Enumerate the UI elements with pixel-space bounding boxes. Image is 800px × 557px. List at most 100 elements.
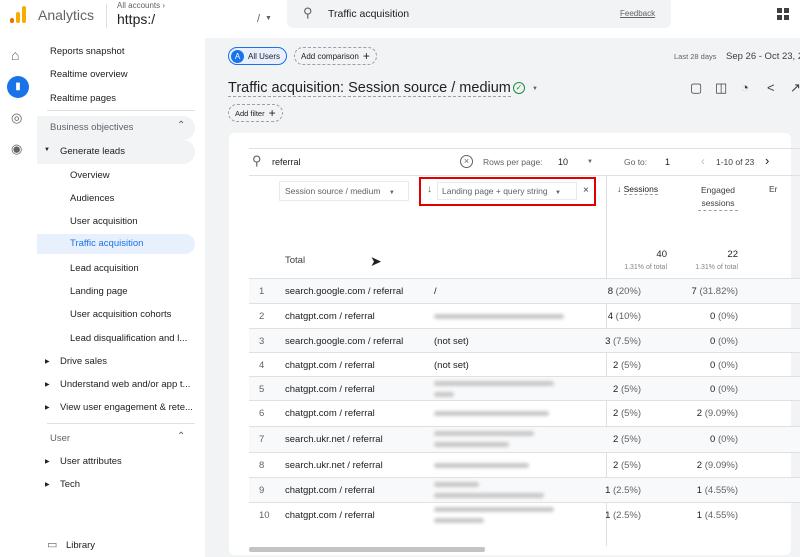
sidebar-item-traffic-acquisition[interactable]: Traffic acquisition	[37, 234, 195, 254]
apps-grid-icon[interactable]	[777, 8, 789, 20]
reports-icon[interactable]: ▮	[7, 76, 29, 98]
sidebar-item-user-acquisition[interactable]: User acquisition	[70, 216, 138, 227]
column-engaged-sessions[interactable]: Engaged sessions	[698, 184, 738, 211]
table-row[interactable]: 9 chatgpt.com / referral 1 (2.5%) 1 (4.5…	[249, 477, 800, 502]
engaged-pct: (0%)	[717, 336, 738, 347]
trending-icon[interactable]: ↗	[790, 80, 800, 96]
row-sessions: 2 (5%)	[589, 408, 641, 419]
sidebar-item-realtime-overview[interactable]: Realtime overview	[50, 69, 128, 80]
sessions-pct: (2.5%)	[613, 510, 641, 521]
segment-chip-all-users[interactable]: A All Users	[228, 47, 288, 65]
all-accounts-link[interactable]: All accounts	[117, 1, 160, 10]
title-dropdown-icon[interactable]: ▼	[532, 86, 538, 92]
customize-report-icon[interactable]: ▢	[690, 80, 702, 96]
row-sessions: 2 (5%)	[589, 434, 641, 445]
check-circle-icon[interactable]: ✓	[513, 82, 525, 94]
rows-per-page-select[interactable]: 10 ▼	[556, 155, 598, 169]
section-business-objectives[interactable]: Business objectives ⌃	[37, 116, 195, 140]
prev-page-icon[interactable]: ‹	[701, 154, 705, 168]
sidebar-item-overview[interactable]: Overview	[70, 170, 110, 181]
remove-dimension-icon[interactable]: ×	[583, 185, 589, 196]
explore-icon[interactable]: ◎	[11, 110, 22, 126]
table-search-input[interactable]: referral	[272, 157, 301, 167]
column-sessions[interactable]: ↓ Sessions	[617, 184, 659, 195]
account-selector[interactable]: All accounts › https:/ / ▼	[117, 1, 277, 31]
folder-icon: ▭	[47, 539, 58, 551]
search-bar[interactable]: ⚲ Traffic acquisition Feedback	[287, 0, 671, 28]
group-generate-leads[interactable]: ▼ Generate leads	[37, 140, 195, 164]
table-row[interactable]: 7 search.ukr.net / referral 2 (5%) 0 (0%…	[249, 426, 800, 452]
next-page-icon[interactable]: ›	[765, 153, 769, 168]
sidebar-item-audiences[interactable]: Audiences	[70, 193, 114, 204]
add-filter-button[interactable]: Add filter +	[228, 104, 283, 122]
table-row[interactable]: 4 chatgpt.com / referral (not set) 2 (5%…	[249, 352, 800, 376]
row-engaged: 1 (4.55%)	[669, 510, 738, 521]
dimension-2-select[interactable]: Landing page + query string ▼	[437, 182, 577, 200]
pagination-label: 1-10 of 23	[716, 157, 755, 167]
home-icon[interactable]: ⌂	[11, 47, 19, 63]
table-row[interactable]: 2 chatgpt.com / referral 4 (10%) 0 (0%)	[249, 303, 800, 328]
column-next[interactable]: Er	[769, 184, 778, 194]
sidebar-group-tech[interactable]: Tech	[60, 479, 80, 490]
row-sessions: 2 (5%)	[589, 384, 641, 395]
sidebar-group-user-attributes[interactable]: User attributes	[60, 456, 122, 467]
row-engaged: 1 (4.55%)	[669, 485, 738, 496]
section-user[interactable]: User ⌃	[37, 426, 195, 450]
sort-arrow-icon[interactable]: ↓	[427, 184, 432, 195]
caret-right-icon: ▶	[45, 359, 50, 365]
feedback-link[interactable]: Feedback	[620, 9, 655, 18]
goto-input[interactable]: 1	[665, 157, 670, 167]
row-engaged: 0 (0%)	[669, 384, 738, 395]
redacted-landing-page	[434, 493, 544, 498]
sidebar-item-landing-page[interactable]: Landing page	[70, 286, 128, 297]
sessions-pct: (20%)	[615, 286, 641, 297]
engaged-pct: (0%)	[717, 360, 738, 371]
engaged-value: 1	[696, 485, 703, 496]
row-index: 2	[259, 311, 265, 322]
dimension-1-select[interactable]: Session source / medium ▼	[279, 181, 409, 201]
clear-search-icon[interactable]: ×	[460, 155, 473, 168]
table-row[interactable]: 10 chatgpt.com / referral 1 (2.5%) 1 (4.…	[249, 502, 800, 530]
sessions-pct: (10%)	[615, 311, 641, 322]
row-source-medium: chatgpt.com / referral	[285, 485, 375, 496]
table-row[interactable]: 3 search.google.com / referral (not set)…	[249, 328, 800, 352]
compare-icon[interactable]: ◫	[715, 80, 727, 96]
row-source-medium: chatgpt.com / referral	[285, 360, 375, 371]
advertising-icon[interactable]: ◉	[11, 141, 22, 157]
chevron-up-icon: ⌃	[177, 431, 186, 442]
row-engaged: 0 (0%)	[669, 360, 738, 371]
sidebar-group-drive-sales[interactable]: Drive sales	[60, 356, 107, 367]
sidebar-item-user-acquisition-cohorts[interactable]: User acquisition cohorts	[70, 309, 171, 320]
sidebar-library[interactable]: Library	[66, 540, 95, 551]
table-row[interactable]: 1 search.google.com / referral / 8 (20%)…	[249, 278, 800, 303]
goto-label: Go to:	[624, 157, 648, 167]
rows-per-page-label: Rows per page:	[483, 157, 543, 167]
table-row[interactable]: 5 chatgpt.com / referral 2 (5%) 0 (0%)	[249, 376, 800, 400]
engaged-pct: (4.55%)	[704, 510, 738, 521]
row-source-medium: chatgpt.com / referral	[285, 384, 375, 395]
add-comparison-button[interactable]: Add comparison +	[294, 47, 377, 65]
table-row[interactable]: 8 search.ukr.net / referral 2 (5%) 2 (9.…	[249, 452, 800, 477]
insights-icon[interactable]: ◔	[741, 80, 749, 95]
redacted-landing-page	[434, 518, 484, 523]
sidebar-item-lead-acquisition[interactable]: Lead acquisition	[70, 263, 139, 274]
horizontal-scrollbar[interactable]	[249, 547, 485, 552]
sidebar-group-understand-traffic[interactable]: Understand web and/or app t...	[60, 379, 190, 390]
row-engaged: 7 (31.82%)	[669, 286, 739, 297]
engaged-value: 2	[696, 460, 703, 471]
sidebar-item-reports-snapshot[interactable]: Reports snapshot	[50, 46, 124, 57]
row-source-medium: search.google.com / referral	[285, 336, 404, 347]
date-preset[interactable]: Last 28 days	[674, 52, 717, 61]
sidebar-group-user-engagement[interactable]: View user engagement & rete...	[60, 402, 193, 413]
engaged-value: 1	[696, 510, 703, 521]
page-title: Traffic acquisition: Session source / me…	[228, 80, 511, 97]
date-range[interactable]: Sep 26 - Oct 23, 2	[726, 51, 800, 62]
engaged-value: 0	[710, 360, 716, 371]
sidebar-item-lead-disqualification[interactable]: Lead disqualification and l...	[70, 333, 187, 344]
sidebar-item-realtime-pages[interactable]: Realtime pages	[50, 93, 116, 104]
table-row[interactable]: 6 chatgpt.com / referral 2 (5%) 2 (9.09%…	[249, 400, 800, 426]
search-input[interactable]: Traffic acquisition	[328, 8, 409, 20]
share-icon[interactable]: <	[767, 80, 775, 95]
sessions-value: 8	[607, 286, 614, 297]
add-comparison-label: Add comparison	[301, 51, 359, 61]
